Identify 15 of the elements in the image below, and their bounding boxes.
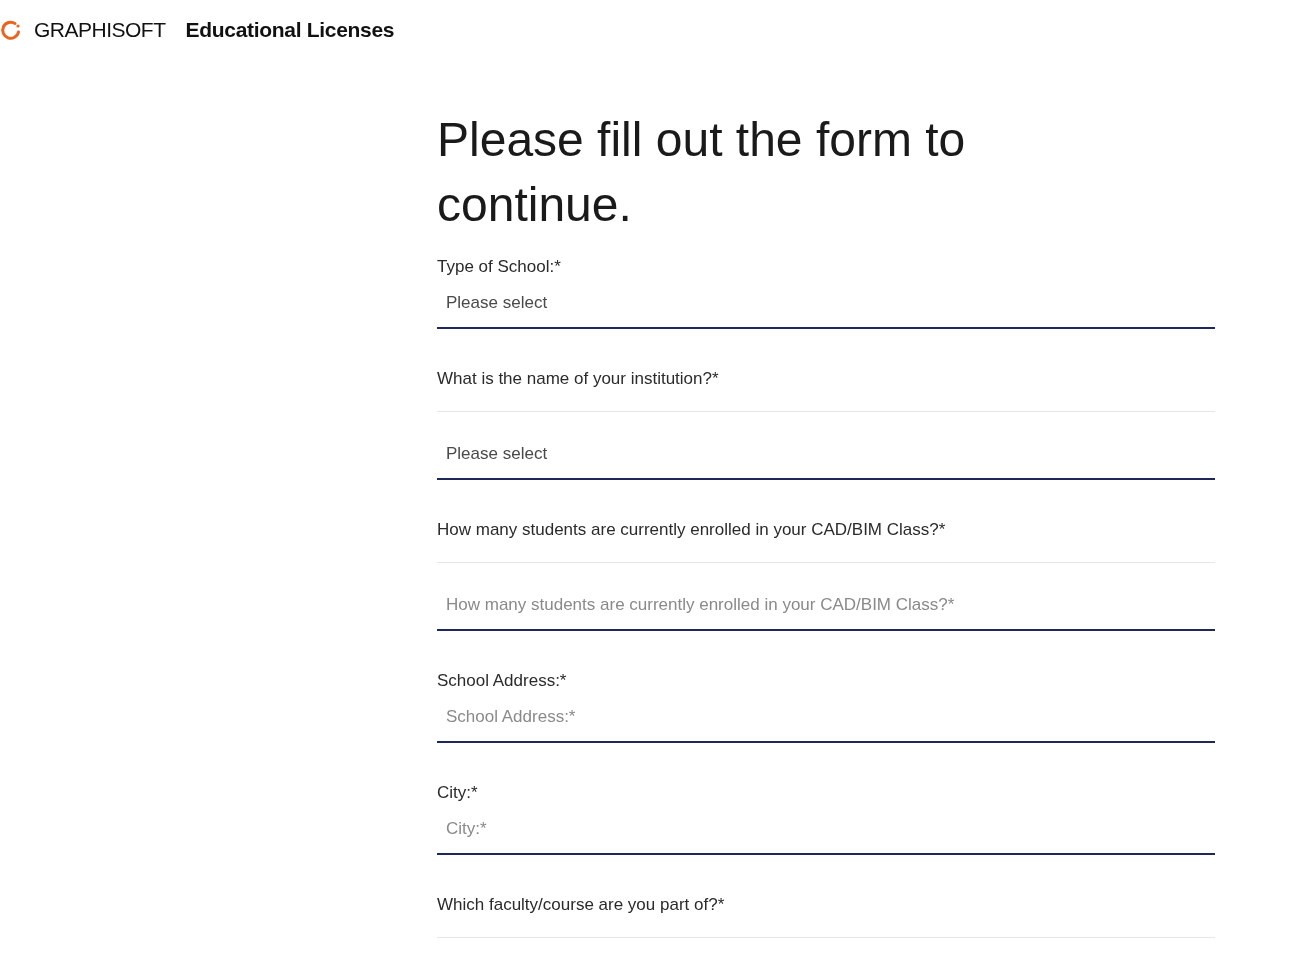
- select-field[interactable]: Please select: [437, 430, 1215, 480]
- input-field[interactable]: School Address:*: [437, 693, 1215, 743]
- form-heading: Please fill out the form to continue.: [437, 112, 967, 233]
- field-label: How many students are currently enrolled in your CAD/BIM Class?*: [437, 519, 947, 541]
- field-label: What is the name of your institution?*: [437, 368, 720, 390]
- logo-icon: [0, 19, 22, 41]
- select-field[interactable]: Please select: [437, 279, 1215, 329]
- page-title: Educational Licenses: [185, 17, 395, 44]
- field-label: City:*: [437, 782, 479, 804]
- input-field[interactable]: How many students are currently enrolled in your CAD/BIM Class?*: [437, 581, 1215, 631]
- brand-name: GRAPHISOFT: [34, 17, 166, 44]
- field-label: Which faculty/course are you part of?*: [437, 894, 726, 916]
- field-label: Type of School:*: [437, 256, 562, 278]
- input-field[interactable]: City:*: [437, 805, 1215, 855]
- field-label: School Address:*: [437, 670, 568, 692]
